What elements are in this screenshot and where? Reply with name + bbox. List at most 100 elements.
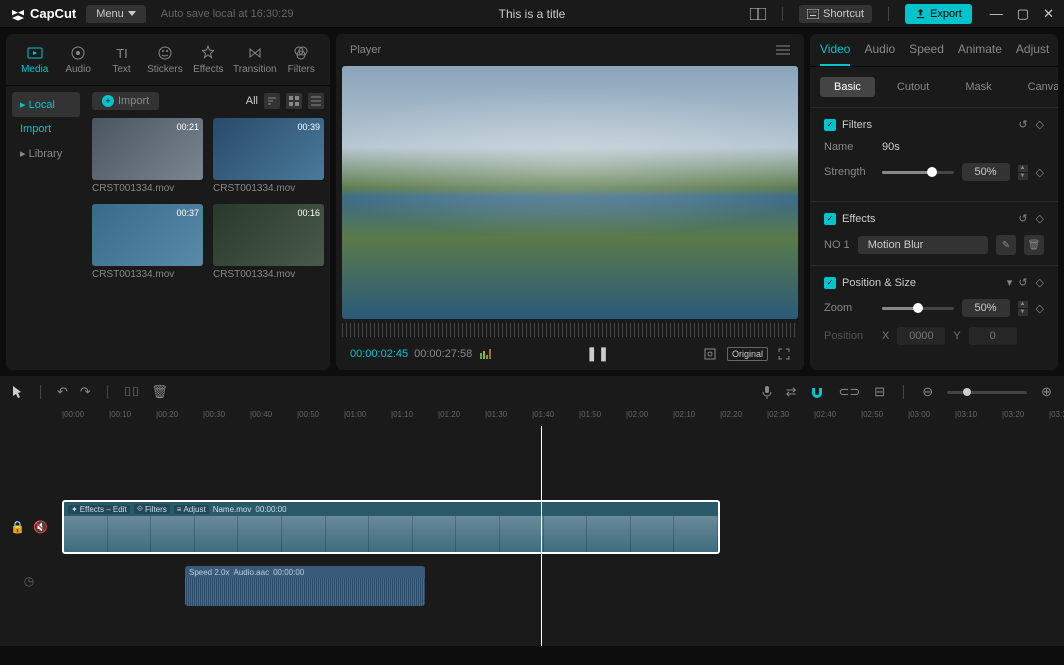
timeline-toolbar: ↶ ↷ ⌷⌷ 🗑 ⇄ ⊂⊃ ⊟ ⊖ ⊕: [0, 376, 1064, 408]
topbar-right: Shortcut Export — ▢ ✕: [750, 4, 1054, 24]
undo-icon[interactable]: ↶: [57, 384, 68, 400]
zoom-out-icon[interactable]: ⊖: [922, 384, 933, 400]
spin-down[interactable]: ▼: [1018, 309, 1028, 316]
sidebar-item-local[interactable]: ▸ Local: [12, 92, 80, 117]
filter-all[interactable]: All: [246, 95, 258, 107]
tab-effects[interactable]: Effects: [188, 40, 229, 79]
zoom-input[interactable]: [962, 299, 1010, 317]
delete-effect-icon[interactable]: 🗑: [1024, 235, 1044, 255]
player-menu-icon[interactable]: [776, 45, 790, 55]
audio-clip[interactable]: Speed 2.0x Audio.aac 00:00:00: [185, 566, 425, 606]
media-library: +Import All 00:: [86, 86, 330, 370]
tab-audio[interactable]: Audio: [864, 42, 895, 66]
tab-stickers[interactable]: Stickers: [144, 40, 185, 79]
export-button[interactable]: Export: [905, 4, 972, 24]
subtab-cutout[interactable]: Cutout: [883, 77, 943, 97]
edit-effect-icon[interactable]: ✎: [996, 235, 1016, 255]
tab-adjust[interactable]: Adjust: [1016, 42, 1049, 66]
text-icon: TI: [113, 44, 131, 62]
keyframe-icon[interactable]: ◇: [1036, 276, 1044, 289]
layout-icon[interactable]: [750, 8, 766, 20]
maximize-button[interactable]: ▢: [1017, 6, 1029, 22]
subtab-mask[interactable]: Mask: [951, 77, 1005, 97]
align-icon[interactable]: ⊟: [874, 384, 885, 400]
strength-slider[interactable]: [882, 171, 954, 174]
delete-icon[interactable]: 🗑: [151, 384, 168, 400]
fullscreen-icon[interactable]: [778, 348, 790, 360]
subtab-canvas[interactable]: Canvas: [1014, 77, 1058, 97]
main-area: MediaAudioTITextStickersEffectsTransitio…: [0, 28, 1064, 376]
close-button[interactable]: ✕: [1043, 6, 1054, 22]
subtab-basic[interactable]: Basic: [820, 77, 875, 97]
spin-down[interactable]: ▼: [1018, 173, 1028, 180]
play-pause-button[interactable]: ❚❚: [586, 345, 609, 362]
media-item[interactable]: 00:39CRST001334.mov: [213, 118, 324, 194]
video-clip[interactable]: ✦ Effects – Edit ⟐ Filters ≡ Adjust Name…: [62, 500, 720, 554]
mic-icon[interactable]: [762, 385, 772, 399]
zoom-in-icon[interactable]: ⊕: [1041, 384, 1052, 400]
import-button[interactable]: +Import: [92, 92, 159, 110]
magnet-icon[interactable]: [810, 386, 824, 398]
link-icon[interactable]: ⇄: [786, 384, 797, 400]
tab-audio[interactable]: Audio: [57, 40, 98, 79]
lock-track-icon[interactable]: 🔒: [10, 520, 25, 534]
tab-video[interactable]: Video: [820, 42, 850, 66]
media-item[interactable]: 00:21CRST001334.mov: [92, 118, 203, 194]
split-icon[interactable]: ⌷⌷: [124, 384, 140, 400]
reset-icon[interactable]: ↺: [1018, 276, 1027, 289]
redo-icon[interactable]: ↷: [80, 384, 91, 400]
player-viewport[interactable]: [342, 66, 798, 319]
tab-animate[interactable]: Animate: [958, 42, 1002, 66]
grid-view-icon[interactable]: [286, 93, 302, 109]
sort-icon[interactable]: [264, 93, 280, 109]
meters-icon[interactable]: [480, 349, 492, 359]
shortcut-button[interactable]: Shortcut: [799, 5, 872, 23]
reset-icon[interactable]: ↺: [1018, 212, 1027, 225]
keyframe-icon[interactable]: ◇: [1036, 212, 1044, 225]
pos-x-input[interactable]: [897, 327, 945, 345]
property-tabs: Video Audio Speed Animate Adjust: [810, 34, 1058, 67]
select-tool-icon[interactable]: [12, 385, 24, 399]
filters-icon: [292, 44, 310, 62]
quality-badge[interactable]: Original: [727, 347, 768, 361]
playhead[interactable]: [541, 426, 542, 646]
tab-text[interactable]: TIText: [101, 40, 142, 79]
tab-media[interactable]: Media: [14, 40, 55, 79]
zoom-slider[interactable]: [882, 307, 954, 310]
list-view-icon[interactable]: [308, 93, 324, 109]
mute-track-icon[interactable]: 🔇: [33, 520, 48, 534]
player-ruler[interactable]: [342, 323, 798, 337]
topbar: CapCut Menu Auto save local at 16:30:29 …: [0, 0, 1064, 28]
menu-button[interactable]: Menu: [86, 5, 146, 23]
media-panel: MediaAudioTITextStickersEffectsTransitio…: [6, 34, 330, 370]
effects-checkbox[interactable]: ✓: [824, 213, 836, 225]
spin-up[interactable]: ▲: [1018, 301, 1028, 308]
filters-checkbox[interactable]: ✓: [824, 119, 836, 131]
strength-input[interactable]: [962, 163, 1010, 181]
reset-icon[interactable]: ↺: [1018, 118, 1027, 131]
position-checkbox[interactable]: ✓: [824, 277, 836, 289]
tab-filters[interactable]: Filters: [281, 40, 322, 79]
timeline-ruler[interactable]: |00:00|00:10|00:20|00:30|00:40|00:50|01:…: [0, 408, 1064, 426]
keyframe-icon[interactable]: ◇: [1036, 302, 1044, 315]
media-item[interactable]: 00:16CRST001334.mov: [213, 204, 324, 280]
snap-icon[interactable]: ⊂⊃: [838, 384, 860, 400]
keyframe-icon[interactable]: ◇: [1036, 166, 1044, 179]
pos-y-input[interactable]: [969, 327, 1017, 345]
zoom-slider[interactable]: [947, 391, 1027, 394]
sidebar-item-library[interactable]: ▸ Library: [12, 141, 80, 166]
chevron-down-icon[interactable]: ▾: [1007, 276, 1013, 289]
tab-speed[interactable]: Speed: [909, 42, 944, 66]
sidebar-item-import[interactable]: Import: [12, 117, 80, 141]
keyframe-icon[interactable]: ◇: [1036, 118, 1044, 131]
tab-transition[interactable]: Transition: [231, 40, 279, 79]
minimize-button[interactable]: —: [990, 6, 1003, 22]
clock-icon[interactable]: ◷: [24, 574, 34, 588]
stickers-icon: [156, 44, 174, 62]
media-item[interactable]: 00:37CRST001334.mov: [92, 204, 203, 280]
project-title[interactable]: This is a title: [499, 7, 566, 21]
ratio-icon[interactable]: [703, 347, 717, 361]
timeline-tracks[interactable]: 🔒 🔇 ◷ ✦ Effects – Edit ⟐ Filters ≡ Adjus…: [0, 426, 1064, 646]
timeline: ↶ ↷ ⌷⌷ 🗑 ⇄ ⊂⊃ ⊟ ⊖ ⊕ |00:00|00:10|00:20|0…: [0, 376, 1064, 659]
spin-up[interactable]: ▲: [1018, 165, 1028, 172]
